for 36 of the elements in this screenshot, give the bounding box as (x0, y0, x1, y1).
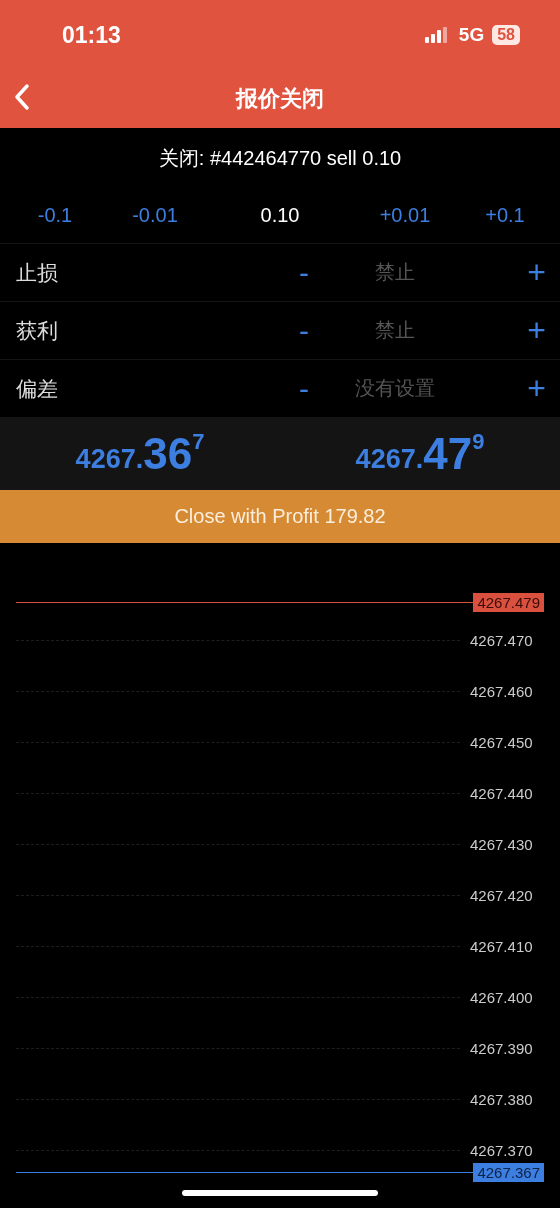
volume-step-button[interactable]: -0.1 (33, 202, 77, 229)
price-tick: 4267.450 (470, 734, 534, 751)
price-tick: 4267.370 (470, 1142, 534, 1159)
order-title: 关闭: #442464770 sell 0.10 (158, 145, 402, 171)
price-tick: 4267.390 (470, 1040, 534, 1057)
volume-step-button[interactable]: -0.01 (128, 202, 182, 229)
network-label: 5G (458, 24, 485, 46)
price-tick: 4267.410 (470, 938, 534, 955)
decrease-button[interactable]: - (295, 313, 313, 348)
decrease-button[interactable]: - (295, 255, 313, 290)
volume-step-button[interactable]: +0.01 (375, 202, 435, 229)
price-tick: 4267.440 (470, 785, 534, 802)
price-tick: 4267.400 (470, 989, 534, 1006)
volume-value: 0.10 (260, 204, 300, 227)
ask-price-label: 4267.479 (473, 592, 544, 612)
price-tick: 4267.420 (470, 887, 534, 904)
increase-button[interactable]: + (523, 254, 550, 291)
increase-button[interactable]: + (523, 312, 550, 349)
setting-label: 获利 (16, 317, 58, 344)
screen-title: 报价关闭 (236, 85, 324, 113)
decrease-button[interactable]: - (295, 371, 313, 406)
battery-level: 58 (492, 25, 520, 45)
increase-button[interactable]: + (523, 370, 550, 407)
bid-price-label: 4267.367 (473, 1162, 544, 1182)
setting-label: 偏差 (16, 375, 58, 402)
setting-value: 没有设置 (354, 376, 435, 401)
back-icon[interactable] (14, 83, 30, 111)
setting-value: 禁止 (374, 260, 415, 285)
price-tick: 4267.470 (470, 632, 534, 649)
setting-label: 止损 (16, 259, 58, 286)
price-tick: 4267.430 (470, 836, 534, 853)
setting-value: 禁止 (374, 318, 415, 343)
price-tick: 4267.460 (470, 683, 534, 700)
volume-step-button[interactable]: +0.1 (481, 202, 529, 229)
status-time: 01:13 (62, 21, 121, 49)
price-tick: 4267.380 (470, 1091, 534, 1108)
